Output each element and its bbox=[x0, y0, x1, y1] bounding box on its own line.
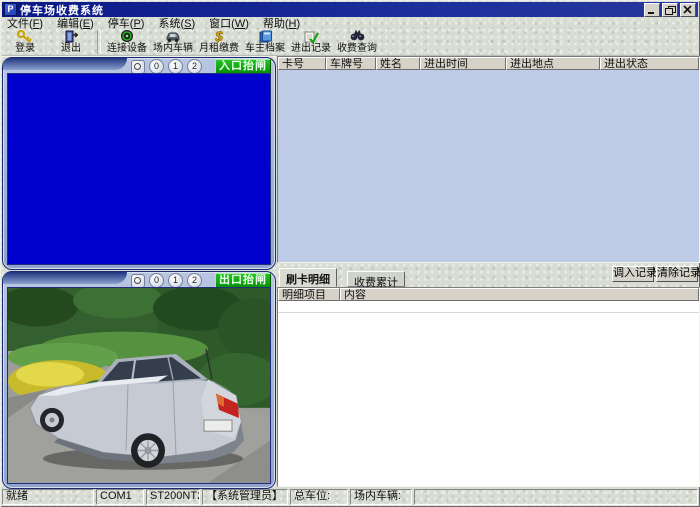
entrance-video-screen bbox=[7, 73, 271, 265]
svg-text:$: $ bbox=[214, 29, 223, 43]
status-empty-cell bbox=[414, 489, 698, 505]
entrance-camera-1-button[interactable]: 1 bbox=[168, 59, 183, 74]
entrance-camera-2-button[interactable]: 2 bbox=[187, 59, 202, 74]
owner-archive-button[interactable]: 车主档案 bbox=[242, 29, 288, 55]
minimize-button[interactable] bbox=[644, 3, 660, 17]
app-window: P 停车场收费系统 文件(F) 编辑(E) 停车(P) 系统(S) 窗口(W) … bbox=[0, 0, 700, 507]
col-detail-content[interactable]: 内容 bbox=[340, 288, 699, 301]
restore-button[interactable] bbox=[662, 3, 678, 17]
tab-fee-summary[interactable]: 收费累计 bbox=[347, 271, 405, 287]
panel-swoosh-decor bbox=[3, 58, 127, 70]
camera-monitor-button[interactable] bbox=[131, 60, 145, 74]
panel-swoosh-decor bbox=[3, 272, 127, 284]
col-name[interactable]: 姓名 bbox=[376, 57, 420, 70]
connect-device-button[interactable]: 连接设备 bbox=[104, 29, 150, 55]
owner-archive-icon bbox=[258, 29, 273, 43]
entrance-camera-0-button[interactable]: 0 bbox=[149, 59, 164, 74]
monitor-icon bbox=[134, 63, 141, 70]
exit-video-screen bbox=[7, 287, 271, 484]
fee-query-icon bbox=[350, 29, 365, 43]
monthly-fee-button[interactable]: $ 月租缴费 bbox=[196, 29, 242, 55]
card-detail-table: 明细项目 内容 bbox=[277, 287, 700, 487]
detail-empty-row bbox=[278, 301, 699, 313]
exit-icon bbox=[64, 29, 78, 43]
inout-records-button[interactable]: 进出记录 bbox=[288, 29, 334, 55]
exit-gate-open-button[interactable]: 出口抬闸 bbox=[215, 273, 271, 288]
key-icon bbox=[17, 29, 33, 43]
minimize-icon bbox=[648, 12, 654, 14]
entrance-gate-open-button[interactable]: 入口抬闸 bbox=[215, 59, 271, 74]
exit-camera-0-button[interactable]: 0 bbox=[149, 273, 164, 288]
col-inout-place[interactable]: 进出地点 bbox=[506, 57, 600, 70]
connect-device-icon bbox=[120, 29, 134, 43]
toolbar-separator bbox=[97, 30, 101, 54]
status-operator: 【系统管理员】 bbox=[202, 489, 288, 505]
inside-vehicles-icon bbox=[165, 29, 181, 43]
clear-records-button[interactable]: 清除记录 bbox=[656, 266, 698, 282]
title-bar: P 停车场收费系统 bbox=[2, 2, 698, 17]
fee-query-button[interactable]: 收费查询 bbox=[334, 29, 380, 55]
menu-bar: 文件(F) 编辑(E) 停车(P) 系统(S) 窗口(W) 帮助(H) bbox=[2, 17, 698, 29]
col-plate-number[interactable]: 车牌号 bbox=[326, 57, 376, 70]
col-inout-status[interactable]: 进出状态 bbox=[600, 57, 699, 70]
col-detail-item[interactable]: 明细项目 bbox=[278, 288, 340, 301]
camera-monitor-button[interactable] bbox=[131, 274, 145, 288]
inout-records-table: 卡号 车牌号 姓名 进出时间 进出地点 进出状态 bbox=[277, 56, 700, 263]
col-card-number[interactable]: 卡号 bbox=[278, 57, 326, 70]
entrance-camera-panel: 0 1 2 入口抬闸 bbox=[2, 57, 276, 270]
close-button[interactable] bbox=[680, 3, 696, 17]
inout-records-icon bbox=[304, 29, 319, 43]
close-icon bbox=[683, 5, 692, 14]
exit-camera-1-button[interactable]: 1 bbox=[168, 273, 183, 288]
exit-camera-2-button[interactable]: 2 bbox=[187, 273, 202, 288]
status-inside-vehicles: 场内车辆: bbox=[350, 489, 412, 505]
exit-camera-header: 0 1 2 出口抬闸 bbox=[3, 272, 275, 287]
status-bar: 就绪 COM1 ST200NT2 【系统管理员】 总车位: 场内车辆: bbox=[2, 489, 698, 505]
car-photo bbox=[8, 288, 270, 483]
records-header-row: 卡号 车牌号 姓名 进出时间 进出地点 进出状态 bbox=[278, 57, 699, 70]
records-body bbox=[278, 70, 699, 260]
monitor-icon bbox=[134, 277, 141, 284]
entrance-video-blue bbox=[8, 74, 270, 264]
exit-button[interactable]: 退出 bbox=[48, 29, 94, 55]
status-device: ST200NT2 bbox=[146, 489, 200, 505]
tab-card-detail[interactable]: 刷卡明细 bbox=[279, 268, 337, 287]
detail-tab-bar: 刷卡明细 收费累计 调入记录 清除记录 bbox=[277, 263, 698, 287]
toolbar: 登录 退出 连接设备 场内车辆 $ 月租缴费 bbox=[2, 29, 698, 56]
status-com-port: COM1 bbox=[96, 489, 144, 505]
col-inout-time[interactable]: 进出时间 bbox=[420, 57, 506, 70]
exit-camera-panel: 0 1 2 出口抬闸 bbox=[2, 271, 276, 489]
detail-header-row: 明细项目 内容 bbox=[278, 288, 699, 301]
load-records-button[interactable]: 调入记录 bbox=[612, 266, 654, 282]
status-ready: 就绪 bbox=[2, 489, 94, 505]
monthly-fee-icon: $ bbox=[213, 29, 225, 43]
inside-vehicles-button[interactable]: 场内车辆 bbox=[150, 29, 196, 55]
login-button[interactable]: 登录 bbox=[2, 29, 48, 55]
entrance-camera-header: 0 1 2 入口抬闸 bbox=[3, 58, 275, 73]
status-total-spaces: 总车位: bbox=[290, 489, 348, 505]
